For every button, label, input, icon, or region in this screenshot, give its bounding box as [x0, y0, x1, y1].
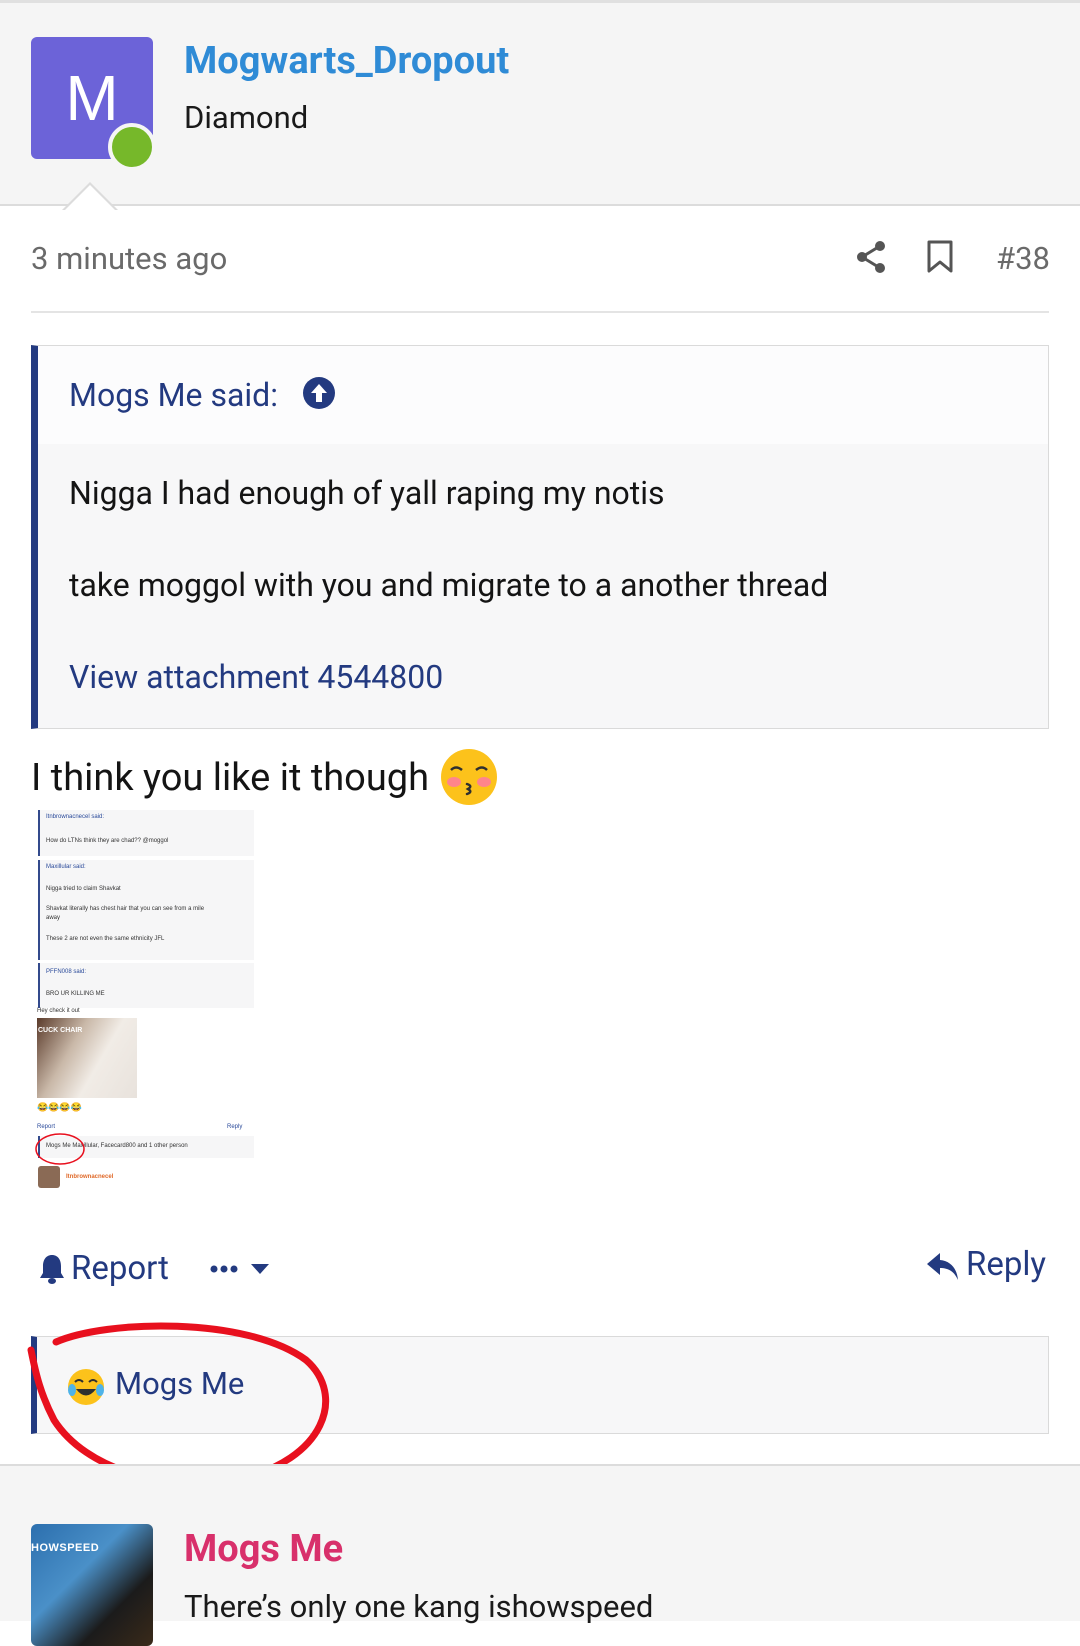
share-icon[interactable]	[855, 240, 887, 274]
next-post-avatar[interactable]: HOWSPEED	[31, 1524, 153, 1646]
thumb-text: PFFN008 said:	[46, 969, 87, 975]
reply-button[interactable]: Reply	[966, 1245, 1046, 1284]
meta-divider	[31, 311, 1049, 313]
thumb-text: away	[46, 915, 61, 921]
thumb-quote: Maxillular said: Nigga tried to claim Sh…	[38, 860, 254, 960]
more-options-icon[interactable]	[208, 1249, 278, 1289]
thumb-text: Nigga tried to claim Shavkat	[46, 886, 121, 892]
thumb-text: Reply	[227, 1124, 243, 1130]
thumb-quote: PFFN008 said: BRO UR KILLING ME	[38, 963, 254, 1008]
report-button[interactable]: Report	[71, 1249, 169, 1299]
next-post-user-title: There’s only one kang ishowspeed	[184, 1588, 654, 1625]
kissing-face-icon	[441, 749, 497, 805]
post-actions: Report Reply	[0, 1245, 1080, 1295]
thumb-avatar	[38, 1166, 60, 1188]
user-title: Diamond	[184, 99, 309, 136]
thumb-text: Maxillular said:	[46, 864, 86, 870]
thumb-text: BRO UR KILLING ME	[46, 991, 105, 997]
header-notch	[64, 185, 116, 211]
post-time[interactable]: 3 minutes ago	[31, 240, 227, 277]
reply-icon[interactable]	[926, 1251, 960, 1283]
post-number[interactable]: #38	[996, 240, 1050, 277]
reactions-bar[interactable]: Mogs Me	[31, 1336, 1049, 1434]
arrow-up-circle-icon[interactable]	[302, 376, 336, 410]
quote-block: Mogs Me said: Nigga I had enough of yall…	[31, 345, 1049, 729]
reaction-user[interactable]: Mogs Me	[115, 1365, 244, 1402]
thumb-emoji-row: 😂😂😂😂	[37, 1102, 82, 1112]
quote-text-line: Nigga I had enough of yall raping my not…	[69, 474, 665, 512]
thumb-text: How do LTNs think they are chad?? @moggo…	[46, 838, 169, 844]
post-body-text: I think you like it though	[31, 756, 430, 800]
thumb-quote: Itnbrownacnecel said: How do LTNs think …	[38, 810, 254, 856]
thumb-text: Hey check it out	[37, 1008, 80, 1014]
next-post-username[interactable]: Mogs Me	[184, 1527, 343, 1571]
quote-header: Mogs Me said:	[38, 346, 1048, 444]
thumb-text: CUCK CHAIR	[38, 1027, 83, 1034]
online-status-dot	[108, 123, 156, 171]
quote-author[interactable]: Mogs Me said:	[69, 376, 278, 414]
thumb-red-circle	[35, 1133, 85, 1165]
joy-emoji-icon	[68, 1369, 104, 1405]
post-header: M Mogwarts_Dropout Diamond	[0, 0, 1080, 211]
quote-text-line: take moggol with you and migrate to a an…	[69, 566, 829, 604]
post-username[interactable]: Mogwarts_Dropout	[184, 39, 509, 83]
attachment-link[interactable]: View attachment 4544800	[69, 658, 443, 696]
attachment-thumbnail[interactable]: Itnbrownacnecel said: How do LTNs think …	[32, 808, 262, 1193]
thumb-text: Shavkat literally has chest hair that yo…	[46, 906, 205, 912]
avatar-caption: HOWSPEED	[31, 1542, 100, 1554]
thumb-text: These 2 are not even the same ethnicity …	[46, 936, 165, 942]
thumb-photo: CUCK CHAIR	[37, 1018, 137, 1098]
thumb-text: Itnbrownacnecel	[66, 1174, 114, 1180]
bell-icon[interactable]	[38, 1253, 66, 1285]
thumb-text: Itnbrownacnecel said:	[46, 814, 105, 820]
bookmark-icon[interactable]	[926, 240, 954, 274]
